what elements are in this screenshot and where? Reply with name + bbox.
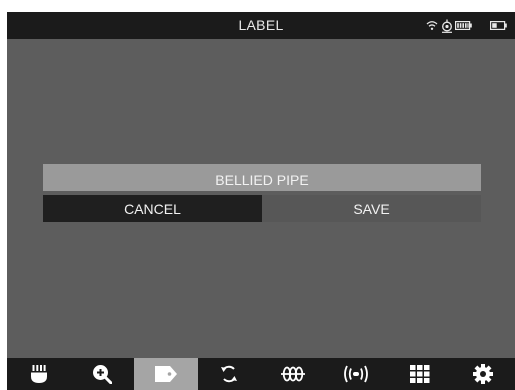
tool-label[interactable] (134, 358, 198, 390)
battery-icon (455, 21, 472, 30)
rotate-icon (219, 364, 239, 384)
bottom-toolbar (7, 358, 515, 390)
dialog-buttons: CANCEL SAVE (43, 195, 481, 222)
tag-icon (154, 365, 178, 383)
settings-gear-icon (473, 364, 494, 384)
distance-counter-icon (280, 366, 306, 382)
tool-settings[interactable] (452, 358, 515, 390)
tool-menu-grid[interactable] (388, 358, 452, 390)
tool-camera-head[interactable] (7, 358, 71, 390)
zoom-in-icon (92, 364, 113, 384)
tool-sonde[interactable] (325, 358, 389, 390)
status-icons (426, 18, 507, 33)
gps-icon (441, 19, 453, 33)
grid-menu-icon (409, 365, 430, 383)
top-status-bar: LABEL (7, 12, 515, 39)
label-text-field[interactable]: BELLIED PIPE (43, 164, 481, 191)
tool-zoom[interactable] (71, 358, 135, 390)
tool-distance[interactable] (261, 358, 325, 390)
cancel-button[interactable]: CANCEL (43, 195, 262, 222)
camera-screen: LABEL BELLIED PIPE CANCEL SAVE (7, 12, 515, 390)
sonde-icon (343, 364, 369, 384)
tool-rotate[interactable] (198, 358, 262, 390)
camera-head-icon (30, 364, 48, 384)
battery-icon (490, 21, 507, 30)
save-button[interactable]: SAVE (262, 195, 481, 222)
wifi-icon (426, 20, 438, 31)
